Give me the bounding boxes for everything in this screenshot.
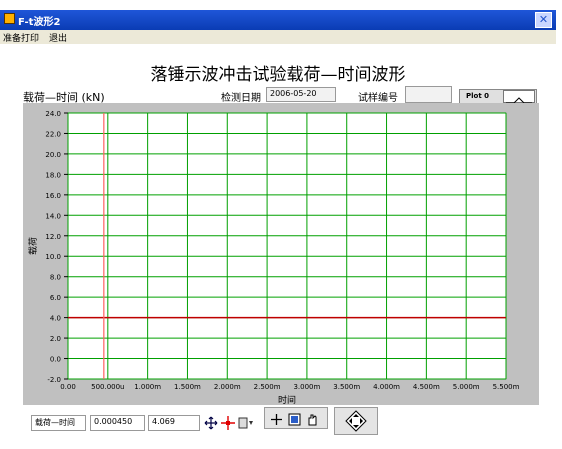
menu-exit[interactable]: 退出 [49,31,67,44]
y-tick-label: -2.0 [47,376,61,384]
close-button[interactable]: ✕ [535,12,552,28]
x-tick-label: 3.500m [333,383,360,391]
x-tick-label: 0.00 [60,383,76,391]
x-tick-label: 1.500m [174,383,201,391]
y-tick-label: 8.0 [50,274,61,282]
y-tick-label: 10.0 [45,253,61,261]
x-tick-label: 4.500m [413,383,440,391]
menu-bar [0,30,556,44]
waveform-chart[interactable]: 24.0 22.0 20.0 18.0 16.0 14.0 12.0 10.0 8.0 6.0 4.… [23,103,539,406]
x-tick-label: 5.000m [453,383,480,391]
y-tick-label: 4.0 [50,315,61,323]
y-tick-label: 6.0 [50,294,61,302]
y-tick-label: 16.0 [45,192,61,200]
y-tick-label: 24.0 [45,110,61,118]
y-tick-label: 22.0 [45,130,61,138]
x-tick-label: 4.000m [373,383,400,391]
date-field[interactable]: 2006-05-20 [266,87,336,102]
plot-area[interactable] [67,112,507,380]
x-tick-label: 2.500m [254,383,281,391]
menu-print[interactable]: 准备打印 [3,31,39,44]
x-tick-label: 500.000u [91,383,124,391]
legend-swatch[interactable] [503,90,535,104]
crosshair-icon[interactable] [270,411,283,425]
legend-label: Plot 0 [466,92,489,100]
y-tick-label: 18.0 [45,171,61,179]
cursor-x-value[interactable]: 0.000450 [90,415,145,431]
cursor-move-icon[interactable] [204,415,218,430]
window-title: F-t波形2 [18,17,61,28]
x-tick-label: 5.500m [493,383,520,391]
cursor-mover[interactable] [334,407,378,435]
pan-hand-icon[interactable] [306,411,319,426]
app-icon [4,13,15,24]
x-tick-label: 1.000m [134,383,161,391]
x-tick-label: 3.000m [293,383,320,391]
sample-label: 试样编号 [358,93,398,104]
sample-field[interactable] [405,86,452,103]
y-tick-label: 0.0 [50,356,61,364]
x-tick-label: 2.000m [214,383,241,391]
cursor-style-icon[interactable] [221,415,235,430]
title-bar [0,10,556,30]
y-tick-label: 14.0 [45,212,61,220]
y-axis: 24.0 22.0 20.0 18.0 16.0 14.0 12.0 10.0 8.0 6.0 4.… [45,110,68,384]
x-axis: 0.00 500.000u 1.000m 1.500m 2.000m 2.500m 3.00… [60,383,519,391]
date-label: 检测日期 [221,93,261,104]
chart-frame: 24.0 22.0 20.0 18.0 16.0 14.0 12.0 10.0 8.0 6.0 4.… [23,103,539,406]
y-tick-label: 12.0 [45,233,61,241]
cursor-name[interactable]: 载荷—时间 [31,415,86,431]
cursor-y-value[interactable]: 4.069 [148,415,200,431]
y-axis-label: 载荷 [27,237,39,255]
cursor-options-icon[interactable] [238,415,254,429]
x-axis-label: 时间 [278,394,296,405]
page-title: 落锤示波冲击试验载荷—时间波形 [150,65,406,85]
zoom-icon[interactable] [288,411,301,426]
y-tick-label: 20.0 [45,151,61,159]
y-tick-label: 2.0 [50,335,61,343]
diamond-arrows-icon [345,410,367,432]
